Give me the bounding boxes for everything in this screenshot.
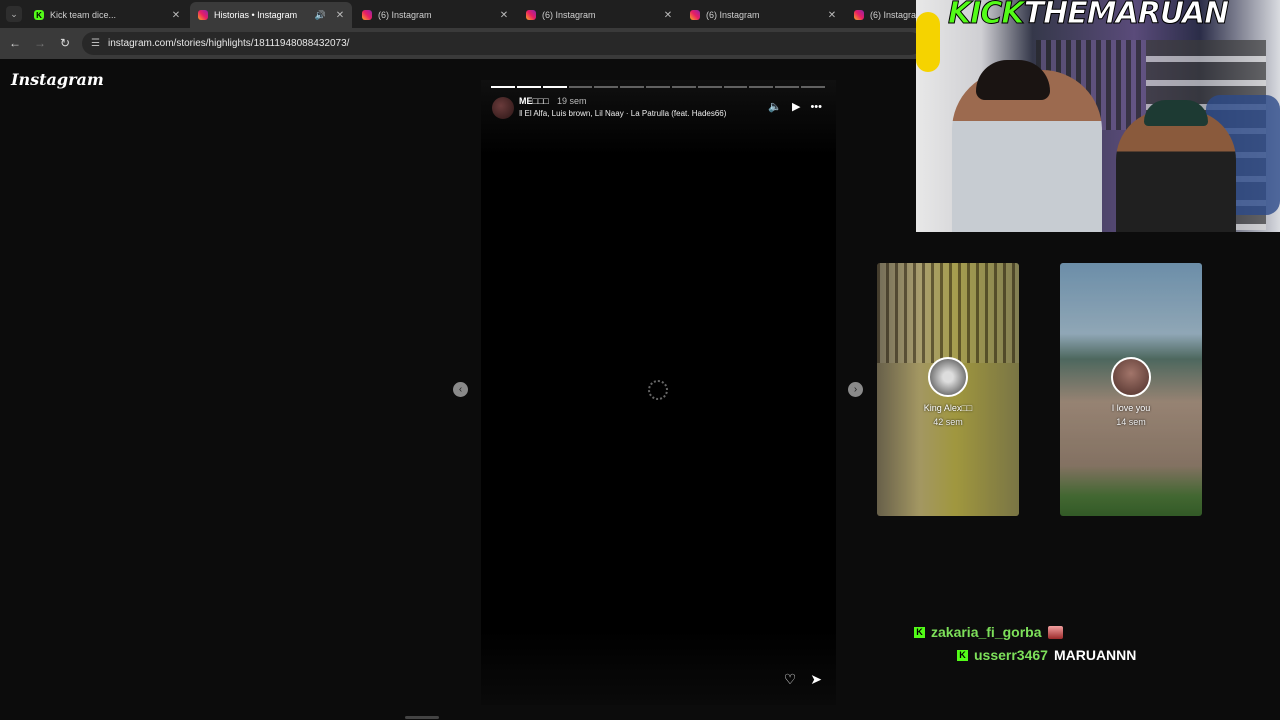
story-time: 19 sem bbox=[557, 96, 587, 106]
story-card-time: 14 sem bbox=[1116, 417, 1146, 427]
story-card-name: King Alex□□ bbox=[923, 403, 973, 413]
tab-title: Historias • Instagram bbox=[214, 10, 298, 20]
tab-instagram-1[interactable]: (6) Instagram ✕ bbox=[354, 2, 516, 28]
tab-title: (6) Instagram bbox=[542, 10, 596, 20]
progress-segment bbox=[594, 86, 619, 88]
tab-instagram-3[interactable]: (6) Instagram ✕ bbox=[682, 2, 844, 28]
send-icon[interactable]: ➤ bbox=[810, 671, 822, 688]
chat-text: MARUANNN bbox=[1053, 647, 1137, 663]
progress-segment bbox=[646, 86, 670, 88]
story-song[interactable]: ‖ El Alfa, Luis brown, Lil Naay · La Pat… bbox=[519, 109, 726, 118]
progress-segment bbox=[775, 86, 800, 88]
forward-arrow-icon[interactable]: → bbox=[33, 36, 47, 50]
avatar bbox=[928, 357, 968, 397]
next-story-button[interactable]: › bbox=[848, 382, 863, 397]
volume-icon[interactable]: 🔈 bbox=[768, 100, 782, 113]
close-icon[interactable]: ✕ bbox=[334, 10, 346, 21]
song-title: El Alfa, Luis brown, Lil Naay · La Patru… bbox=[524, 109, 727, 118]
instagram-icon bbox=[690, 10, 700, 20]
story-footer: ♡ ➤ bbox=[784, 671, 822, 688]
story-card-i-love-you[interactable]: I love you 14 sem bbox=[1060, 263, 1202, 516]
chat-message: K zakaria_fi_gorba bbox=[914, 624, 1063, 640]
stream-title-name: THEMARUAN bbox=[1023, 0, 1230, 32]
play-icon[interactable]: ▶ bbox=[792, 100, 800, 113]
story-username[interactable]: ME□□□ bbox=[519, 96, 549, 106]
heart-icon[interactable]: ♡ bbox=[784, 671, 797, 688]
progress-segment bbox=[723, 86, 748, 88]
progress-segment bbox=[516, 86, 541, 88]
progress-segment bbox=[697, 86, 722, 88]
tab-historias[interactable]: Historias • Instagram 🔊 ✕ bbox=[190, 2, 352, 28]
loading-spinner-icon bbox=[648, 380, 668, 400]
url-text: instagram.com/stories/highlights/1811194… bbox=[107, 38, 350, 49]
chat-username: zakaria_fi_gorba bbox=[931, 624, 1042, 640]
instagram-icon bbox=[526, 10, 536, 20]
kick-badge-icon: K bbox=[957, 649, 968, 661]
more-options-icon[interactable]: ••• bbox=[810, 101, 822, 113]
reload-icon[interactable]: ↻ bbox=[58, 36, 72, 50]
instagram-icon bbox=[854, 10, 864, 20]
close-icon[interactable]: ✕ bbox=[170, 10, 182, 21]
close-icon[interactable]: ✕ bbox=[826, 10, 838, 21]
speaker-icon[interactable]: 🔊 bbox=[315, 10, 326, 21]
tab-title: (6) Instagram bbox=[706, 10, 760, 20]
kick-badge-icon: K bbox=[914, 626, 925, 638]
close-icon[interactable]: ✕ bbox=[498, 10, 510, 21]
webcam-overlay bbox=[916, 0, 1280, 232]
previous-story-button[interactable]: ‹ bbox=[453, 382, 468, 397]
close-icon[interactable]: ✕ bbox=[662, 10, 674, 21]
tab-title: (6) Instagram bbox=[870, 10, 916, 20]
tab-search-dropdown[interactable]: ⌄ bbox=[6, 6, 22, 22]
story-viewer[interactable]: ME□□□ 19 sem ‖ El Alfa, Luis brown, Lil … bbox=[481, 80, 836, 705]
address-bar[interactable]: ☰ instagram.com/stories/highlights/18111… bbox=[82, 32, 922, 55]
progress-segment bbox=[671, 86, 696, 88]
tab-kick[interactable]: K Kick team dice... ✕ bbox=[26, 2, 188, 28]
story-card-king-alex[interactable]: King Alex□□ 42 sem bbox=[877, 263, 1019, 516]
stream-title-kick: KICK bbox=[948, 0, 1026, 32]
progress-segment bbox=[542, 86, 567, 88]
progress-segment bbox=[491, 86, 515, 88]
avatar bbox=[1111, 357, 1151, 397]
site-info-icon[interactable]: ☰ bbox=[91, 38, 100, 49]
tab-instagram-4[interactable]: (6) Instagram bbox=[846, 2, 916, 28]
scroll-indicator bbox=[405, 716, 439, 719]
tab-title: Kick team dice... bbox=[50, 10, 117, 20]
story-card-name: I love you bbox=[1111, 403, 1151, 413]
progress-segment bbox=[749, 86, 774, 88]
back-arrow-icon[interactable]: ← bbox=[8, 36, 22, 50]
progress-segment bbox=[568, 86, 593, 88]
avatar[interactable] bbox=[492, 97, 514, 119]
chat-message: K usserr3467 MARUANNN bbox=[957, 647, 1136, 663]
progress-segment bbox=[801, 86, 825, 88]
instagram-icon bbox=[198, 10, 208, 20]
tab-title: (6) Instagram bbox=[378, 10, 432, 20]
story-card-time: 42 sem bbox=[933, 417, 963, 427]
kick-icon: K bbox=[34, 10, 44, 20]
guest-figure bbox=[1116, 110, 1236, 232]
stream-title: KICKTHEMARUAN bbox=[948, 0, 1230, 32]
chat-username: usserr3467 bbox=[974, 647, 1048, 663]
instagram-logo[interactable]: Instagram bbox=[11, 70, 104, 89]
progress-segment bbox=[620, 86, 645, 88]
story-progress-bar bbox=[491, 86, 825, 88]
instagram-icon bbox=[362, 10, 372, 20]
story-controls: 🔈 ▶ ••• bbox=[768, 100, 822, 114]
tab-instagram-2[interactable]: (6) Instagram ✕ bbox=[518, 2, 680, 28]
emote-icon bbox=[1047, 625, 1063, 639]
